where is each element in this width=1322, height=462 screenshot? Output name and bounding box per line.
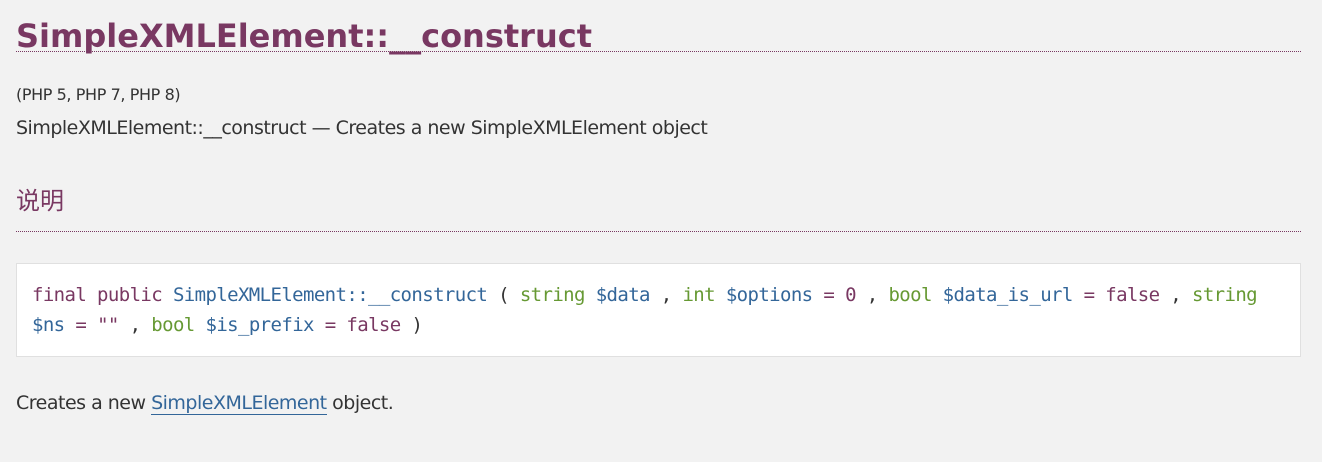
param-type: bool bbox=[888, 284, 932, 306]
param-name: $options bbox=[725, 284, 813, 306]
page-title: SimpleXMLElement::__construct bbox=[16, 0, 1301, 55]
param-default: 0 bbox=[845, 284, 856, 306]
description-suffix: object. bbox=[332, 392, 394, 414]
param-type: string bbox=[519, 284, 586, 306]
param-type: bool bbox=[151, 314, 195, 336]
param-type: int bbox=[682, 284, 715, 306]
param-default: false bbox=[1105, 284, 1160, 306]
open-paren: ( bbox=[498, 284, 509, 306]
param-default: "" bbox=[97, 314, 119, 336]
close-paren: ) bbox=[411, 314, 423, 336]
method-synopsis: final public SimpleXMLElement::__constru… bbox=[16, 263, 1301, 357]
section-title-description: 说明 bbox=[16, 180, 1301, 232]
modifier-public: public bbox=[97, 284, 163, 306]
ref-purpose: SimpleXMLElement::__construct — Creates … bbox=[16, 117, 708, 139]
php-versions: (PHP 5, PHP 7, PHP 8) bbox=[16, 85, 181, 104]
description-paragraph: Creates a new SimpleXMLElement object. bbox=[16, 391, 1301, 415]
param-name: $data bbox=[595, 284, 651, 306]
simplexmlelement-link[interactable]: SimpleXMLElement bbox=[151, 392, 327, 415]
param-default: false bbox=[346, 314, 401, 336]
param-name: $ns bbox=[32, 314, 65, 336]
param-type: string bbox=[1191, 284, 1258, 306]
manual-page: SimpleXMLElement::__construct (PHP 5, PH… bbox=[16, 0, 1301, 415]
method-name: SimpleXMLElement::__construct bbox=[172, 284, 488, 306]
description-prefix: Creates a new bbox=[16, 392, 146, 414]
param-name: $is_prefix bbox=[205, 314, 314, 336]
modifier-final: final bbox=[32, 284, 87, 306]
param-name: $data_is_url bbox=[942, 284, 1074, 306]
